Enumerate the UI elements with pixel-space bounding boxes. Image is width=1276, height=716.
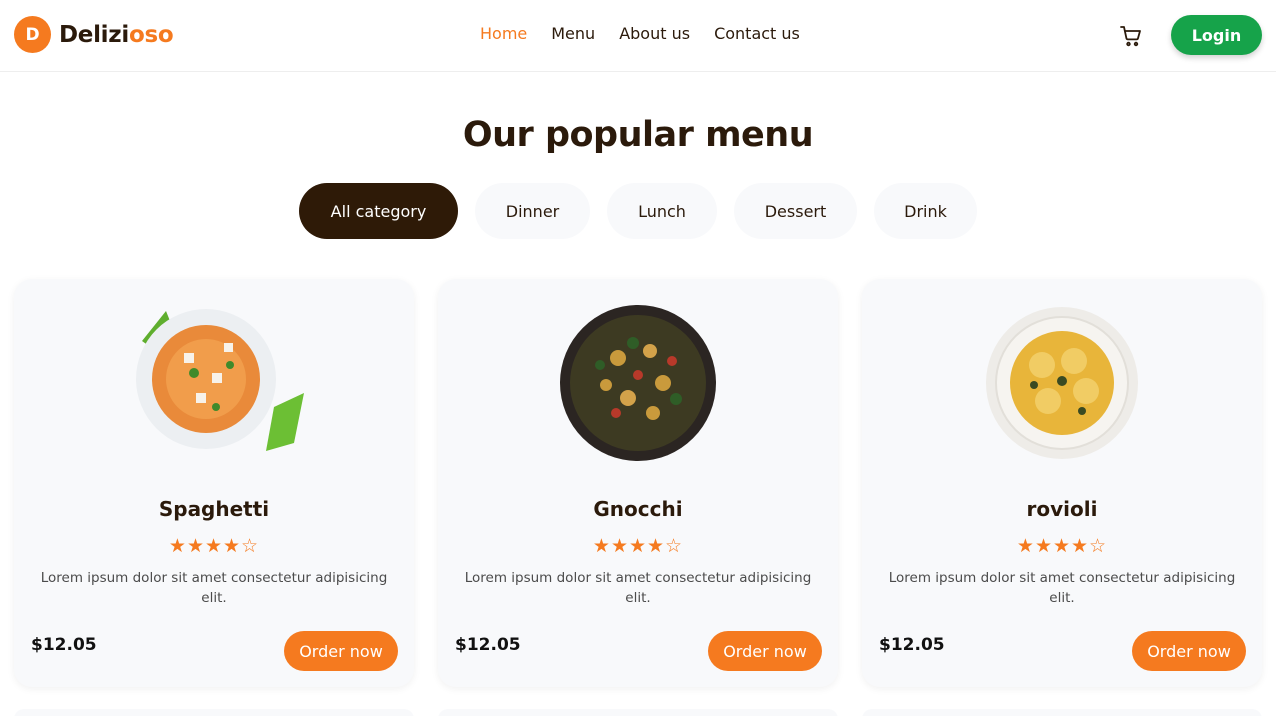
login-button[interactable]: Login: [1171, 15, 1262, 55]
main-nav: Home Menu About us Contact us: [480, 24, 824, 43]
rating-stars: ★★★★☆: [168, 535, 260, 557]
category-all[interactable]: All category: [299, 183, 458, 239]
card-price: $12.05: [879, 635, 945, 655]
category-lunch[interactable]: Lunch: [607, 183, 717, 239]
cart-icon[interactable]: [1119, 24, 1143, 48]
section-title: Our popular menu: [462, 115, 814, 155]
order-now-button[interactable]: Order now: [284, 631, 398, 671]
rovioli-image: [982, 303, 1142, 463]
category-dinner[interactable]: Dinner: [475, 183, 590, 239]
logo-text: Delizioso: [59, 21, 174, 48]
gnocchi-image: [558, 303, 718, 463]
logo-text-dark: Delizi: [59, 21, 129, 48]
nav-menu[interactable]: Menu: [551, 24, 595, 43]
menu-card-rovioli: rovioli ★★★★☆ Lorem ipsum dolor sit amet…: [862, 279, 1262, 687]
rating-stars: ★★★★☆: [592, 535, 684, 557]
order-now-button[interactable]: Order now: [1132, 631, 1246, 671]
rating-stars: ★★★★☆: [1016, 535, 1108, 557]
card-title: Spaghetti: [158, 497, 270, 521]
site-header: D Delizioso Home Menu About us Contact u…: [0, 0, 1276, 72]
card-price: $12.05: [31, 635, 97, 655]
menu-card-gnocchi: Gnocchi ★★★★☆ Lorem ipsum dolor sit amet…: [438, 279, 838, 687]
card-title: rovioli: [1026, 497, 1098, 521]
card-price: $12.05: [455, 635, 521, 655]
nav-home[interactable]: Home: [480, 24, 527, 43]
category-dessert[interactable]: Dessert: [734, 183, 857, 239]
card-description: Lorem ipsum dolor sit amet consectetur a…: [888, 570, 1236, 606]
nav-about-us[interactable]: About us: [619, 24, 690, 43]
logo-text-orange: oso: [128, 21, 174, 48]
next-row-card: [862, 709, 1262, 716]
next-row-card: [14, 709, 414, 716]
card-description: Lorem ipsum dolor sit amet consectetur a…: [464, 570, 812, 606]
logo[interactable]: D Delizioso: [14, 16, 174, 53]
menu-card-spaghetti: Spaghetti ★★★★☆ Lorem ipsum dolor sit am…: [14, 279, 414, 687]
card-description: Lorem ipsum dolor sit amet consectetur a…: [40, 570, 388, 606]
order-now-button[interactable]: Order now: [708, 631, 822, 671]
card-title: Gnocchi: [593, 497, 683, 521]
logo-badge: D: [14, 16, 51, 53]
nav-contact-us[interactable]: Contact us: [714, 24, 800, 43]
category-drink[interactable]: Drink: [874, 183, 977, 239]
next-row-card: [438, 709, 838, 716]
spaghetti-image: [134, 303, 304, 463]
